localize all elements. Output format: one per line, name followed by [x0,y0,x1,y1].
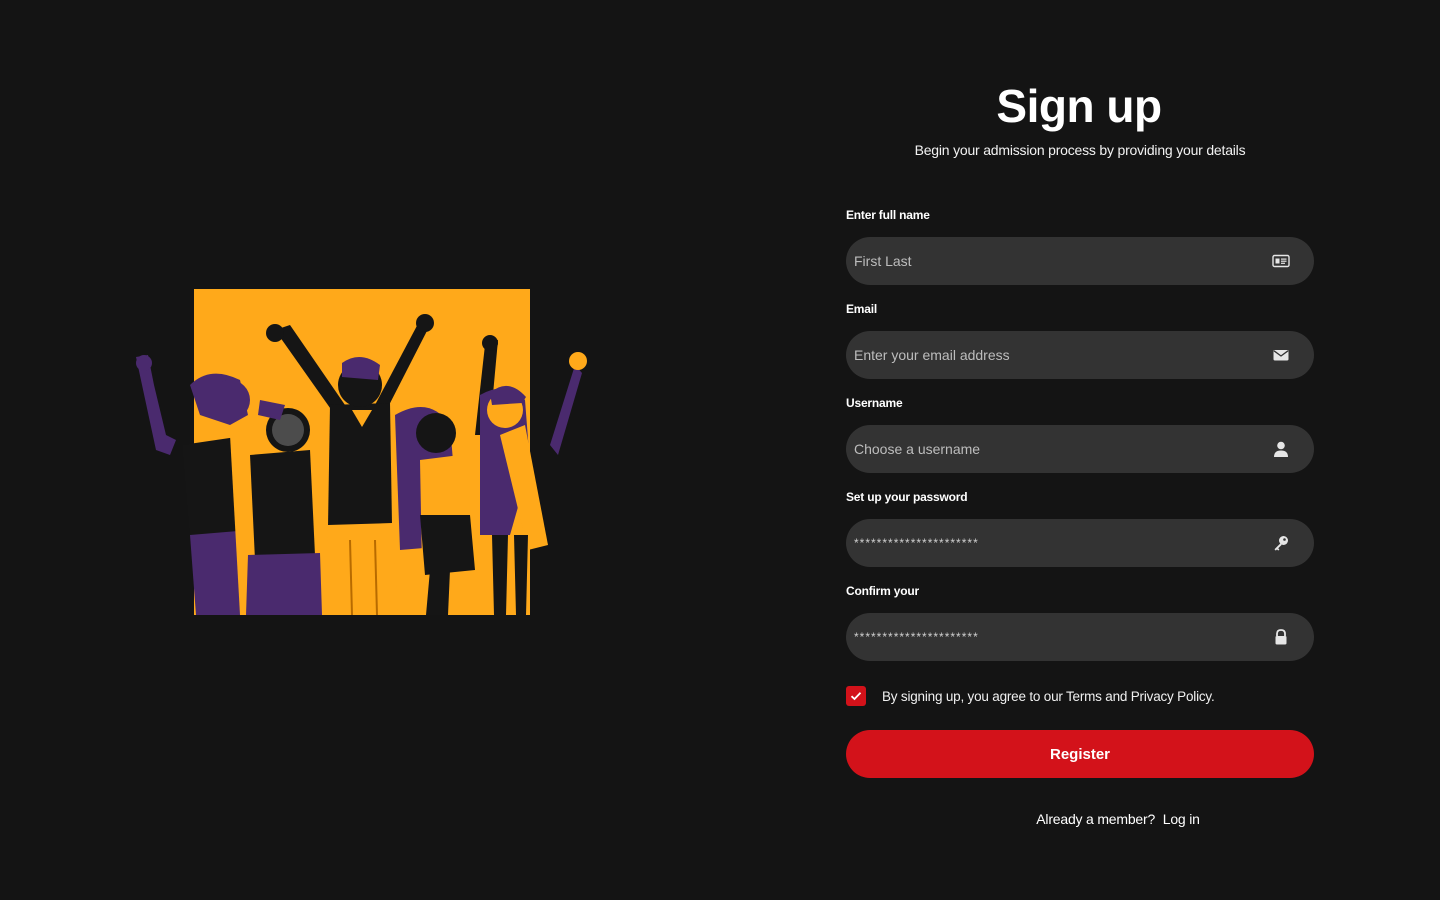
confirm-password-label: Confirm your [846,584,919,598]
checkmark-icon [850,692,862,701]
email-label: Email [846,302,878,316]
password-label: Set up your password [846,490,968,504]
confirm-password-input[interactable] [846,613,1314,661]
key-icon [1272,534,1290,552]
id-card-icon [1272,252,1290,270]
signup-form: Enter full name Email Username [846,208,1314,778]
user-icon [1272,440,1290,458]
email-input[interactable] [846,331,1314,379]
username-label: Username [846,396,903,410]
lock-icon [1272,628,1290,646]
page-title: Sign up [996,80,1162,132]
signup-panel: Sign up Begin your admission process by … [846,78,1314,827]
register-button[interactable]: Register [846,730,1314,778]
terms-row: By signing up, you agree to our Terms an… [846,686,1314,706]
full-name-input[interactable] [846,237,1314,285]
email-field [846,331,1314,379]
page-subtitle: Begin your admission process by providin… [914,142,1246,158]
celebrating-graduates-illustration [130,285,590,620]
terms-checkbox[interactable] [846,686,866,706]
login-prompt: Already a member? [1036,811,1156,827]
password-input[interactable] [846,519,1314,567]
terms-text: By signing up, you agree to our Terms an… [882,688,1215,704]
password-field [846,519,1314,567]
envelope-icon [1272,346,1290,364]
login-link[interactable]: Log in [1163,811,1200,827]
confirm-password-field [846,613,1314,661]
full-name-field [846,237,1314,285]
signup-page: Sign up Begin your admission process by … [0,0,1440,900]
full-name-label: Enter full name [846,208,930,222]
login-row: Already a member? Log in [922,811,1314,827]
username-field [846,425,1314,473]
username-input[interactable] [846,425,1314,473]
